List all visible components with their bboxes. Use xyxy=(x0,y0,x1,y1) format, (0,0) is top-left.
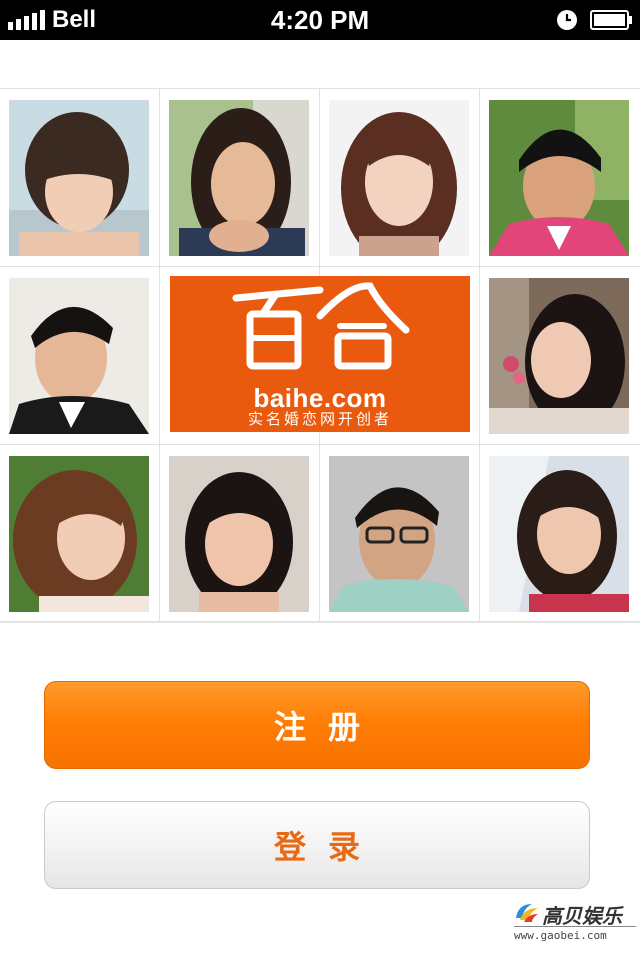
logo-tagline: 实名婚恋网开创者 xyxy=(247,410,392,428)
member-tile[interactable] xyxy=(0,445,160,623)
member-tile[interactable] xyxy=(480,445,640,623)
member-photo[interactable] xyxy=(9,456,149,612)
member-tile[interactable] xyxy=(160,89,320,267)
member-tile[interactable] xyxy=(160,445,320,623)
logo-domain: baihe.com xyxy=(253,383,387,413)
baihe-logo: baihe.com 实名婚恋网开创者 xyxy=(170,276,470,432)
gaobei-logo-icon xyxy=(516,904,538,922)
member-tile[interactable] xyxy=(480,267,640,445)
alarm-clock-icon xyxy=(557,10,577,30)
watermark-url: www.gaobei.com xyxy=(514,929,607,942)
member-photo[interactable] xyxy=(329,456,469,612)
member-photo[interactable] xyxy=(9,278,149,434)
watermark: 高贝娱乐 www.gaobei.com xyxy=(512,898,640,948)
watermark-name: 高贝娱乐 xyxy=(542,904,622,928)
baihe-logo-mark xyxy=(232,282,410,370)
member-photo[interactable] xyxy=(489,100,629,256)
member-photo[interactable] xyxy=(9,100,149,256)
login-button[interactable]: 登录 xyxy=(44,801,590,889)
status-time: 4:20 PM xyxy=(270,5,370,35)
member-photo[interactable] xyxy=(489,456,629,612)
member-photo[interactable] xyxy=(169,456,309,612)
battery-icon xyxy=(590,10,632,30)
member-tile[interactable] xyxy=(320,89,480,267)
member-tile[interactable] xyxy=(480,89,640,267)
member-tile[interactable] xyxy=(320,445,480,623)
member-tile[interactable] xyxy=(0,267,160,445)
status-bar: Bell 4:20 PM xyxy=(0,0,640,40)
member-photo[interactable] xyxy=(489,278,629,434)
member-photo[interactable] xyxy=(329,100,469,256)
watermark-divider xyxy=(514,926,636,927)
register-button[interactable]: 注册 xyxy=(44,681,590,769)
member-tile[interactable] xyxy=(0,89,160,267)
member-photo[interactable] xyxy=(169,100,309,256)
